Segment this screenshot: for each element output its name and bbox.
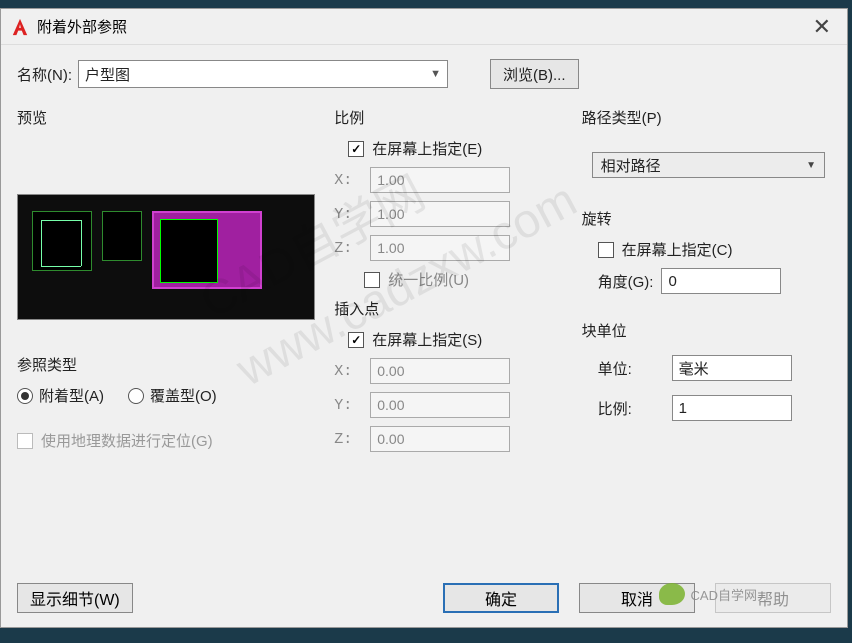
dialog-body: 名称(N): 户型图 ▼ 浏览(B)... 预览 <box>1 45 847 474</box>
show-details-button[interactable]: 显示细节(W) <box>17 583 133 613</box>
attach-radio[interactable]: 附着型(A) <box>17 385 104 406</box>
uniform-scale-checkbox <box>364 272 380 288</box>
left-column: 预览 参照类型 <box>17 107 316 460</box>
preview-area <box>17 194 315 320</box>
rotate-label: 旋转 <box>582 208 831 229</box>
radio-icon <box>128 388 144 404</box>
angle-input[interactable]: 0 <box>661 268 781 294</box>
middle-column: 比例 在屏幕上指定(E) X:1.00 Y:1.00 Z:1.00 统一比例(U… <box>334 107 563 460</box>
name-select[interactable]: 户型图 ▼ <box>78 60 448 88</box>
scale-y-input: 1.00 <box>370 201 510 227</box>
browse-button[interactable]: 浏览(B)... <box>490 59 579 89</box>
preview-thumbnail-selected <box>152 211 262 289</box>
insert-label: 插入点 <box>334 298 563 319</box>
path-type-select[interactable]: 相对路径 ▼ <box>592 152 825 178</box>
ok-button[interactable]: 确定 <box>443 583 559 613</box>
wechat-icon <box>659 583 685 605</box>
insert-y-input: 0.00 <box>370 392 510 418</box>
radio-icon <box>17 388 33 404</box>
geo-locate-checkbox: 使用地理数据进行定位(G) <box>17 430 316 451</box>
preview-thumbnail <box>102 211 142 261</box>
attach-xref-dialog: 附着外部参照 ✕ 名称(N): 户型图 ▼ 浏览(B)... 预览 <box>0 8 848 628</box>
scale-x-input: 1.00 <box>370 167 510 193</box>
insert-z-input: 0.00 <box>370 426 510 452</box>
dialog-title: 附着外部参照 <box>37 16 807 37</box>
wechat-badge: CAD自学网 <box>659 583 757 605</box>
autocad-icon <box>11 17 29 37</box>
name-label: 名称(N): <box>17 64 72 85</box>
name-value: 户型图 <box>85 64 130 85</box>
overlay-radio[interactable]: 覆盖型(O) <box>128 385 217 406</box>
preview-thumbnail <box>32 211 92 271</box>
name-row: 名称(N): 户型图 ▼ 浏览(B)... <box>17 59 831 89</box>
scale-label: 比例 <box>334 107 563 128</box>
ref-type-label: 参照类型 <box>17 354 316 375</box>
insert-onscreen-checkbox[interactable] <box>348 332 364 348</box>
chevron-down-icon: ▼ <box>806 160 816 171</box>
preview-label: 预览 <box>17 107 316 128</box>
titlebar: 附着外部参照 ✕ <box>1 9 847 45</box>
scale-z-input: 1.00 <box>370 235 510 261</box>
right-column: 路径类型(P) 相对路径 ▼ 旋转 在屏幕上指定(C) 角度(G): 0 <box>582 107 831 460</box>
close-icon[interactable]: ✕ <box>807 14 837 40</box>
scale-onscreen-checkbox[interactable] <box>348 141 364 157</box>
chevron-down-icon: ▼ <box>430 68 441 80</box>
unit-scale-display: 1 <box>672 395 792 421</box>
rotate-onscreen-checkbox[interactable] <box>598 242 614 258</box>
unit-display: 毫米 <box>672 355 792 381</box>
path-type-label: 路径类型(P) <box>582 107 831 128</box>
checkbox-icon <box>17 433 33 449</box>
ref-type-group: 参照类型 附着型(A) 覆盖型(O) <box>17 354 316 406</box>
insert-x-input: 0.00 <box>370 358 510 384</box>
block-units-label: 块单位 <box>582 320 831 341</box>
